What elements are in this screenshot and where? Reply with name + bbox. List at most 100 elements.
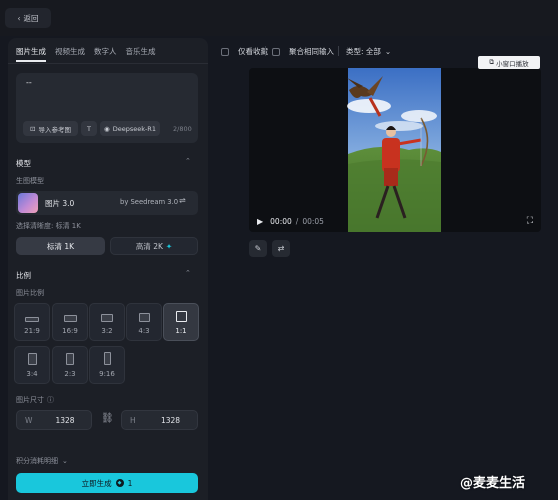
- type-filter-label: 类型: 全部: [346, 47, 381, 56]
- play-icon[interactable]: ▶: [257, 217, 263, 226]
- ratio-2-3[interactable]: 2:3: [52, 346, 88, 384]
- height-field-value[interactable]: 1328: [152, 416, 189, 425]
- fullscreen-icon[interactable]: ⛶: [527, 216, 533, 226]
- time-separator: /: [295, 216, 299, 226]
- ratio-9-16-label: 9:16: [99, 370, 115, 378]
- edit-button[interactable]: ✎: [249, 240, 267, 257]
- text-tool-button[interactable]: T: [81, 121, 97, 136]
- ratio-4-3[interactable]: 4:3: [126, 303, 162, 341]
- active-tab-indicator: [16, 60, 46, 62]
- model-section-title: 模型: [16, 159, 31, 168]
- ratio-1-1-icon: [175, 311, 187, 322]
- ratio-4-3-icon: [138, 313, 150, 322]
- char-counter: 2/800: [173, 125, 192, 133]
- ratio-21-9-label: 21:9: [24, 327, 40, 335]
- deepseek-label: Deepseek-R1: [112, 124, 156, 133]
- width-field[interactable]: W 1328: [16, 410, 92, 430]
- ratio-2-3-icon: [66, 353, 74, 365]
- image-size-row: 图片尺寸 ⓘ: [16, 395, 54, 405]
- tab-video[interactable]: 视频生成: [55, 46, 85, 57]
- ratio-1-1[interactable]: 1:1: [163, 303, 199, 341]
- ratio-21-9-icon: [25, 317, 39, 322]
- deepseek-icon: ◉: [104, 124, 110, 133]
- back-button[interactable]: ‹ 返回: [5, 8, 51, 28]
- import-reference-label: 导入参考图: [38, 125, 71, 134]
- width-field-label: W: [25, 415, 33, 425]
- info-icon[interactable]: ⓘ: [47, 395, 54, 405]
- ratio-4-3-label: 4:3: [138, 327, 150, 335]
- pip-icon: ⧉: [489, 58, 495, 66]
- generation-tabs: 图片生成 视频生成 数字人 音乐生成: [16, 46, 156, 57]
- image-upload-icon: ⊡: [30, 124, 36, 133]
- height-field[interactable]: H 1328: [121, 410, 198, 430]
- resolution-2k-button[interactable]: 高清 2K ✦: [110, 237, 198, 255]
- model-name: 图片 3.0: [45, 199, 75, 208]
- chevron-down-icon: ⌄: [62, 457, 68, 465]
- back-label: 返回: [23, 13, 39, 23]
- link-icon[interactable]: ⛓: [101, 413, 114, 424]
- type-filter-dropdown[interactable]: 类型: 全部 ⌄: [346, 46, 391, 57]
- ratio-21-9[interactable]: 21:9: [14, 303, 50, 341]
- points-detail-label: 积分消耗明细: [16, 457, 58, 465]
- favorites-filter[interactable]: 仅看收藏: [221, 46, 268, 57]
- collapse-ratio-icon[interactable]: ⌃: [185, 269, 191, 277]
- tab-digital-human[interactable]: 数字人: [94, 46, 117, 57]
- resolution-1k-label: 标清 1K: [46, 241, 75, 251]
- credit-icon: ◆: [115, 479, 124, 487]
- image-size-label: 图片尺寸: [16, 396, 44, 404]
- duration: 00:05: [302, 216, 324, 226]
- ratio-3-2[interactable]: 3:2: [89, 303, 125, 341]
- chevron-left-icon: ‹: [17, 13, 21, 23]
- chevron-down-icon: ⌄: [384, 47, 392, 56]
- ratio-3-4-icon: [27, 353, 37, 365]
- model-provider: by Seedream 3.0: [120, 198, 179, 206]
- resolution-1k-button[interactable]: 标清 1K: [16, 237, 105, 255]
- merge-label: 聚合相同输入: [289, 47, 334, 56]
- ratio-sublabel: 图片比例: [16, 289, 44, 297]
- filter-divider-2: [338, 46, 339, 56]
- ratio-2-3-label: 2:3: [64, 370, 76, 378]
- pip-button[interactable]: ⧉ 小窗口播放: [478, 56, 540, 69]
- text-tool-label: T: [87, 124, 91, 133]
- generate-button[interactable]: 立即生成 ◆ 1: [16, 473, 198, 493]
- height-field-label: H: [130, 415, 136, 425]
- deepseek-chip[interactable]: ◉ Deepseek-R1: [100, 121, 160, 136]
- collapse-model-icon[interactable]: ⌃: [185, 157, 191, 165]
- resolution-2k-label: 高清 2K: [135, 241, 163, 251]
- settings-sliders-icon[interactable]: ⇌: [179, 196, 186, 205]
- merge-checkbox[interactable]: [272, 47, 280, 56]
- prompt-text[interactable]: --: [26, 78, 32, 87]
- sparkle-icon: ✦: [165, 241, 173, 251]
- video-player[interactable]: [249, 68, 541, 232]
- points-detail-toggle[interactable]: 积分消耗明细 ⌄: [16, 456, 68, 466]
- ratio-16-9-label: 16:9: [62, 327, 78, 335]
- favorites-label: 仅看收藏: [238, 47, 268, 56]
- watermark: @麦麦生活: [460, 472, 525, 491]
- pencil-icon: ✎: [254, 244, 262, 253]
- ratio-9-16-icon: [103, 352, 111, 365]
- filter-divider: [265, 46, 266, 56]
- video-controls: ▶ 00:00 / 00:05 ⛶: [249, 210, 541, 232]
- import-reference-button[interactable]: ⊡ 导入参考图: [23, 121, 78, 136]
- repeat-icon: ⇄: [277, 244, 285, 253]
- favorites-checkbox[interactable]: [221, 47, 229, 56]
- regenerate-button[interactable]: ⇄: [272, 240, 290, 257]
- width-field-value[interactable]: 1328: [47, 416, 83, 425]
- ratio-16-9-icon: [63, 315, 77, 322]
- tab-music[interactable]: 音乐生成: [126, 46, 156, 57]
- pip-label: 小窗口播放: [496, 59, 529, 68]
- ratio-3-4-label: 3:4: [26, 370, 38, 378]
- ratio-9-16[interactable]: 9:16: [89, 346, 125, 384]
- watermark-text: @麦麦生活: [460, 476, 526, 491]
- ratio-section-title: 比例: [16, 271, 31, 280]
- model-thumbnail: [18, 193, 38, 213]
- tab-image[interactable]: 图片生成: [16, 46, 46, 57]
- ratio-3-4[interactable]: 3:4: [14, 346, 50, 384]
- ratio-3-2-label: 3:2: [101, 327, 113, 335]
- ratio-16-9[interactable]: 16:9: [52, 303, 88, 341]
- generate-cost: 1: [127, 478, 133, 488]
- merge-filter[interactable]: 聚合相同输入: [272, 46, 334, 57]
- top-bar: [0, 0, 558, 36]
- video-frame: [347, 68, 441, 232]
- ratio-1-1-label: 1:1: [175, 327, 187, 335]
